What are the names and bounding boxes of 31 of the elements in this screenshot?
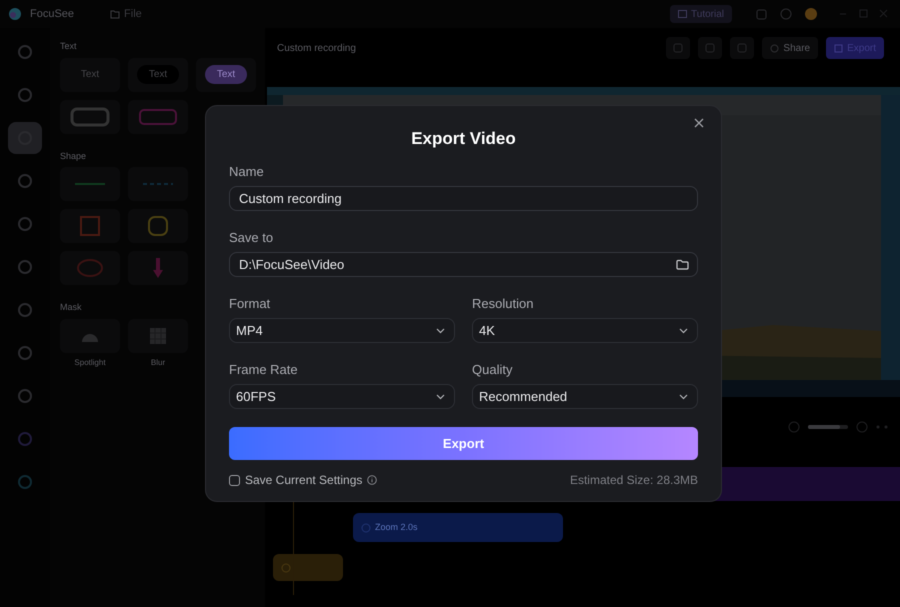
clip-label: Zoom 2.0s bbox=[375, 520, 418, 534]
style-tile[interactable]: Text bbox=[60, 58, 120, 92]
section-title: Shape bbox=[60, 150, 88, 163]
style-tile[interactable]: Text bbox=[196, 58, 256, 92]
share-button[interactable]: Share bbox=[762, 37, 818, 59]
export-button[interactable]: Export bbox=[229, 427, 698, 460]
field-label: Frame Rate bbox=[229, 363, 299, 376]
select-dropdown[interactable]: 60FPS bbox=[229, 384, 455, 409]
select-dropdown[interactable]: MP4 bbox=[229, 318, 455, 343]
field-label: Resolution bbox=[472, 297, 534, 310]
section-title: Text bbox=[60, 40, 78, 53]
name-field[interactable]: Custom recording bbox=[229, 186, 698, 211]
text-style-sample: Text bbox=[204, 65, 248, 84]
project-title: Custom recording bbox=[277, 42, 356, 56]
select-dropdown[interactable]: Recommended bbox=[472, 384, 698, 409]
tile-caption: Spotlight bbox=[74, 356, 106, 368]
tile-caption: Blur bbox=[150, 356, 166, 368]
style-tile[interactable]: Text bbox=[128, 58, 188, 92]
dialog-title: Export Video bbox=[410, 130, 517, 147]
zoom-clip[interactable]: Zoom 2.0s bbox=[353, 513, 563, 542]
field-label: Quality bbox=[472, 363, 514, 376]
text-style-sample: Text bbox=[80, 68, 100, 82]
field-label: Save to bbox=[229, 231, 274, 244]
text-style-sample: Text bbox=[136, 65, 180, 84]
estimated-size: Estimated Size: 28.3MB bbox=[570, 472, 698, 489]
checkbox-label: Save Current Settings bbox=[245, 472, 362, 489]
field-label: Name bbox=[229, 165, 265, 178]
path-field[interactable]: D:\FocuSee\Video bbox=[229, 252, 698, 277]
field-label: Format bbox=[229, 297, 272, 310]
app-name: FocuSee bbox=[30, 6, 74, 22]
select-dropdown[interactable]: 4K bbox=[472, 318, 698, 343]
